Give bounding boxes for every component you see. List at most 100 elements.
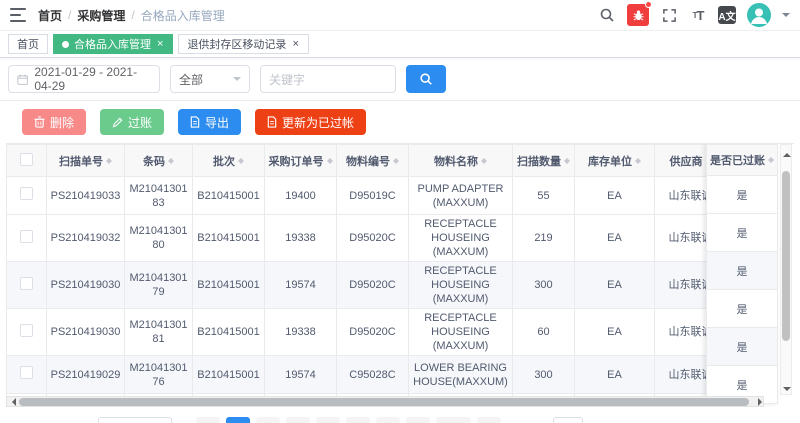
column-header-label: 供应商 xyxy=(670,153,703,169)
cell-po: 19574 xyxy=(265,356,337,394)
column-header-label: 库存单位 xyxy=(588,153,632,169)
cell-mat_no: D95020C xyxy=(337,309,409,356)
breadcrumb-home[interactable]: 首页 xyxy=(38,7,62,24)
tab-home[interactable]: 首页 xyxy=(8,34,48,54)
row-checkbox[interactable] xyxy=(20,277,33,290)
update-posted-button[interactable]: 更新为已过帐 xyxy=(255,109,366,135)
row-checkbox[interactable] xyxy=(20,366,33,379)
keyword-input[interactable]: 关键字 xyxy=(260,65,396,93)
table-row[interactable]: PS210419033M2104130183B21041500119400D95… xyxy=(7,177,727,215)
type-select-value: 全部 xyxy=(179,71,203,88)
scroll-right-arrow[interactable] xyxy=(758,398,766,406)
cell-barcode: M2104130181 xyxy=(125,309,193,356)
sort-icon[interactable] xyxy=(106,155,112,167)
page-button-1295[interactable]: 1295 xyxy=(436,417,471,423)
navbar-actions: TT A文 xyxy=(598,3,790,27)
cell-barcode: M2104130176 xyxy=(125,356,193,394)
scroll-down-arrow[interactable] xyxy=(783,387,791,395)
cell-scan: PS210419033 xyxy=(47,177,125,215)
cell-mat_no: D95019C xyxy=(337,177,409,215)
hamburger-icon[interactable] xyxy=(10,8,26,22)
vertical-scroll-thumb[interactable] xyxy=(782,171,790,341)
post-button[interactable]: 过账 xyxy=(100,109,164,135)
date-range-input[interactable]: 2021-01-29 - 2021-04-29 xyxy=(8,65,160,93)
sort-icon[interactable] xyxy=(393,155,399,167)
page-button-2[interactable]: 2 xyxy=(256,417,280,423)
export-button-label: 导出 xyxy=(205,114,229,131)
type-select[interactable]: 全部 xyxy=(170,65,250,93)
horizontal-scroll-thumb[interactable] xyxy=(19,398,749,406)
sort-icon[interactable] xyxy=(238,155,244,167)
page-size-select[interactable]: 10条/页 xyxy=(98,417,172,423)
sort-icon[interactable] xyxy=(168,155,174,167)
cell-qty: 60 xyxy=(513,309,575,356)
delete-button[interactable]: 删除 xyxy=(22,109,86,135)
close-icon[interactable]: × xyxy=(291,39,299,50)
column-header-label: 物料编号 xyxy=(346,153,390,169)
page-button-1[interactable]: 1 xyxy=(226,417,250,423)
search-button[interactable] xyxy=(406,65,446,93)
language-icon[interactable]: A文 xyxy=(718,6,736,24)
chevron-down-icon[interactable] xyxy=(782,13,790,21)
search-icon[interactable] xyxy=(598,6,616,24)
scroll-left-arrow[interactable] xyxy=(8,398,16,406)
next-page-button[interactable]: › xyxy=(477,417,501,423)
chevron-down-icon xyxy=(233,77,241,85)
document-icon xyxy=(267,116,277,128)
sort-icon[interactable] xyxy=(635,155,641,167)
sort-icon[interactable] xyxy=(327,155,333,167)
tab-1[interactable]: 合格品入库管理× xyxy=(53,34,173,54)
notification-dot xyxy=(645,1,652,8)
export-button[interactable]: 导出 xyxy=(178,109,241,135)
document-icon xyxy=(190,116,200,128)
close-icon[interactable]: × xyxy=(156,39,164,50)
breadcrumb-separator: / xyxy=(131,8,134,22)
sort-down-arrow xyxy=(238,161,244,167)
row-checkbox-cell xyxy=(7,309,47,356)
sort-icon[interactable] xyxy=(564,155,570,167)
avatar[interactable] xyxy=(747,3,771,27)
cell-batch: B210415001 xyxy=(193,309,265,356)
page-ellipsis[interactable]: ··· xyxy=(406,417,430,423)
table-row[interactable]: PS210419029M2104130176B21041500119574C95… xyxy=(7,356,727,394)
row-checkbox[interactable] xyxy=(20,324,33,337)
page-jump: 前往 页 xyxy=(523,417,601,423)
cell-mat_no: D95020C xyxy=(337,262,409,309)
sort-icon[interactable] xyxy=(768,154,774,166)
cell-scan: PS210419030 xyxy=(47,262,125,309)
font-size-icon[interactable]: TT xyxy=(689,6,707,24)
table-body: PS210419033M2104130183B21041500119400D95… xyxy=(7,177,727,408)
cell-mat_name: RECEPTACLE HOUSEING (MAXXUM) xyxy=(409,215,513,262)
sort-down-arrow xyxy=(327,161,333,167)
sort-icon[interactable] xyxy=(481,155,487,167)
cell-scan: PS210419029 xyxy=(47,356,125,394)
cell-batch: B210415001 xyxy=(193,262,265,309)
pagination-bar: 共 12949 条 10条/页 ‹ 123456···1295 › 前往 页 xyxy=(0,407,800,423)
page-button-3[interactable]: 3 xyxy=(286,417,310,423)
select-all-checkbox[interactable] xyxy=(20,153,33,166)
page-button-4[interactable]: 4 xyxy=(316,417,340,423)
column-header-label: 扫描数量 xyxy=(517,153,561,169)
row-checkbox[interactable] xyxy=(20,230,33,243)
breadcrumb-purchase[interactable]: 采购管理 xyxy=(77,7,125,24)
tab-2[interactable]: 退供封存区移动记录× xyxy=(178,34,308,54)
scroll-up-arrow[interactable] xyxy=(783,149,791,157)
prev-page-button[interactable]: ‹ xyxy=(196,417,220,423)
cell-po: 19400 xyxy=(265,177,337,215)
jump-page-input[interactable] xyxy=(553,417,583,423)
fixed-column-header-label: 是否已过账 xyxy=(710,152,765,168)
row-checkbox[interactable] xyxy=(20,187,33,200)
cell-po: 19338 xyxy=(265,309,337,356)
cell-barcode: M2104130183 xyxy=(125,177,193,215)
error-log-bug-icon[interactable] xyxy=(627,4,649,26)
page-button-5[interactable]: 5 xyxy=(346,417,370,423)
horizontal-scrollbar[interactable] xyxy=(6,396,764,407)
table-row[interactable]: PS210419032M2104130180B21041500119338D95… xyxy=(7,215,727,262)
fullscreen-icon[interactable] xyxy=(660,6,678,24)
active-tab-dot xyxy=(62,41,69,48)
cell-po: 19338 xyxy=(265,215,337,262)
vertical-scrollbar[interactable] xyxy=(780,144,792,395)
table-row[interactable]: PS210419030M2104130181B21041500119338D95… xyxy=(7,309,727,356)
table-row[interactable]: PS210419030M2104130179B21041500119574D95… xyxy=(7,262,727,309)
page-button-6[interactable]: 6 xyxy=(376,417,400,423)
